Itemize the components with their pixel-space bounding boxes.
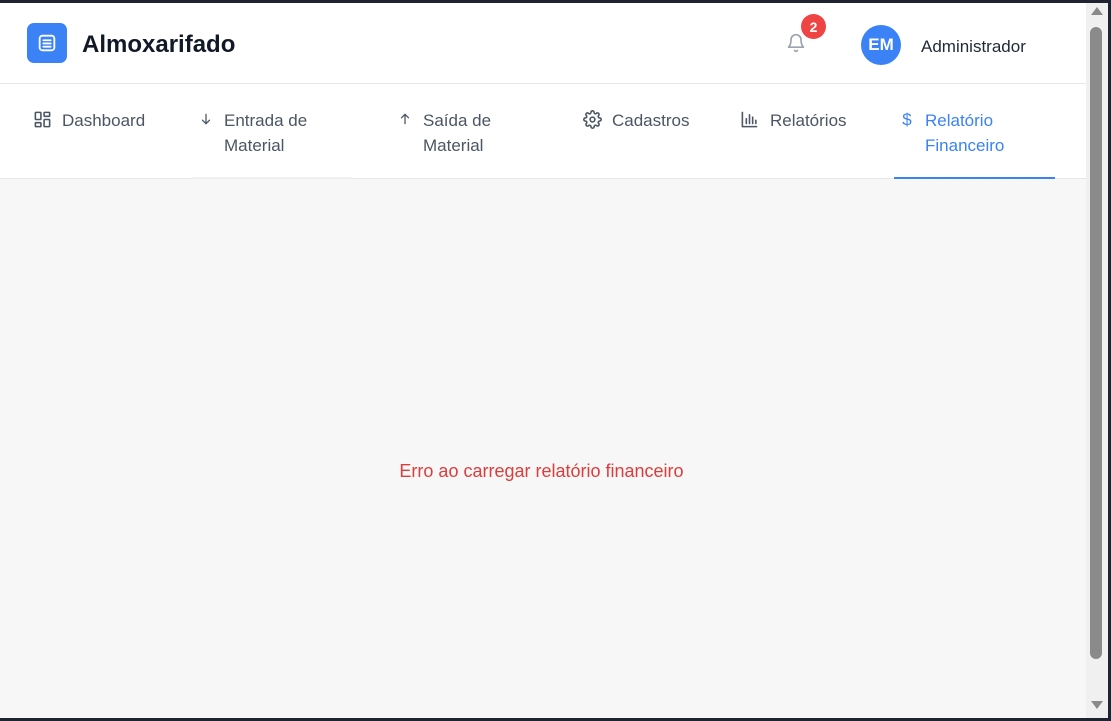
tab-relatorios[interactable]: Relatórios — [730, 84, 870, 179]
warehouse-icon — [27, 23, 67, 63]
avatar[interactable]: EM — [861, 25, 901, 65]
browser-window: Almoxarifado 2 EM Administrador Dashboar… — [0, 3, 1108, 718]
app-title: Almoxarifado — [82, 31, 236, 58]
app-header: Almoxarifado 2 EM Administrador — [0, 3, 1086, 84]
dollar-icon: $ — [902, 109, 912, 129]
tab-label: Entrada de Material — [224, 111, 308, 155]
tab-entrada-de-material[interactable]: Entrada de Material — [193, 84, 352, 179]
tab-label: Cadastros — [612, 111, 690, 130]
error-message: Erro ao carregar relatório financeiro — [399, 461, 684, 481]
tab-relatorio-financeiro[interactable]: $ Relatório Financeiro — [894, 84, 1055, 179]
tab-cadastros[interactable]: Cadastros — [572, 84, 712, 179]
main-nav: Dashboard Entrada de Material Saída de M… — [0, 84, 1086, 179]
scrollbar-thumb[interactable] — [1090, 27, 1102, 659]
scroll-down-arrow[interactable] — [1091, 701, 1103, 709]
bar-chart-icon — [739, 109, 759, 129]
main-content: Erro ao carregar relatório financeiro — [0, 179, 1086, 718]
grid-icon — [32, 109, 52, 129]
page: Almoxarifado 2 EM Administrador Dashboar… — [0, 3, 1086, 718]
tab-dashboard[interactable]: Dashboard — [22, 84, 172, 179]
scroll-up-arrow[interactable] — [1091, 7, 1103, 15]
notification-badge[interactable]: 2 — [801, 14, 826, 39]
tab-label: Saída de Material — [423, 111, 492, 155]
vertical-scrollbar[interactable] — [1086, 3, 1108, 718]
tab-label: Dashboard — [62, 111, 146, 130]
tab-label: Relatório Financeiro — [925, 111, 1005, 155]
tab-label: Relatórios — [770, 111, 847, 130]
user-name[interactable]: Administrador — [921, 37, 1026, 57]
arrow-up-icon — [398, 109, 412, 129]
arrow-down-icon — [199, 109, 213, 129]
tab-saida-de-material[interactable]: Saída de Material — [392, 84, 542, 179]
gear-icon — [582, 109, 602, 129]
